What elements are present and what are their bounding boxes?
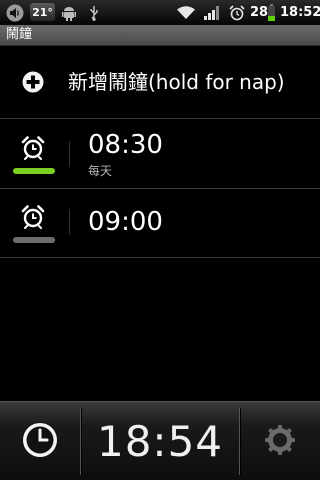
alarm-time: 09:00 bbox=[88, 207, 163, 237]
alarm-clock-icon[interactable] bbox=[21, 136, 45, 160]
add-alarm-row[interactable]: 新增鬧鐘(hold for nap) bbox=[0, 46, 320, 118]
volume-icon bbox=[3, 0, 27, 25]
current-time: 18:54 bbox=[96, 417, 224, 466]
alarm-repeat: 每天 bbox=[88, 164, 113, 178]
clock-icon bbox=[21, 421, 59, 463]
settings-button[interactable] bbox=[240, 402, 320, 480]
alarm-clock-icon[interactable] bbox=[21, 205, 45, 229]
settings-icon bbox=[264, 424, 296, 460]
alarm-row[interactable]: 09:00 bbox=[0, 189, 320, 257]
android-icon bbox=[60, 0, 78, 25]
usb-icon bbox=[86, 0, 102, 25]
vertical-separator bbox=[69, 141, 70, 167]
plus-circle-icon bbox=[22, 71, 44, 93]
vertical-separator bbox=[69, 209, 70, 235]
status-time: 18:52 bbox=[280, 5, 320, 20]
clock-button[interactable] bbox=[0, 402, 80, 480]
alarm-disabled-indicator bbox=[13, 237, 55, 243]
battery-icon bbox=[268, 0, 275, 25]
add-alarm-label: 新增鬧鐘(hold for nap) bbox=[68, 70, 285, 94]
bottom-separator bbox=[80, 408, 81, 475]
alarm-clock-screen: 21° 28 18:52 鬧鐘 新增鬧鐘(hold for nap) 08:30… bbox=[0, 0, 320, 480]
temperature-badge: 21° bbox=[30, 3, 55, 21]
bottom-bar: 18:54 bbox=[0, 401, 320, 480]
status-bar: 21° 28 18:52 bbox=[0, 0, 320, 25]
alarm-icon bbox=[228, 0, 246, 25]
wifi-icon bbox=[176, 0, 196, 25]
battery-level: 28 bbox=[250, 5, 269, 20]
title-bar: 鬧鐘 bbox=[0, 25, 320, 46]
alarm-time: 08:30 bbox=[88, 130, 163, 160]
divider bbox=[0, 257, 320, 258]
signal-icon bbox=[202, 0, 222, 25]
alarm-row[interactable]: 08:30 每天 bbox=[0, 119, 320, 188]
alarm-enabled-indicator bbox=[13, 168, 55, 174]
page-title: 鬧鐘 bbox=[6, 27, 33, 42]
